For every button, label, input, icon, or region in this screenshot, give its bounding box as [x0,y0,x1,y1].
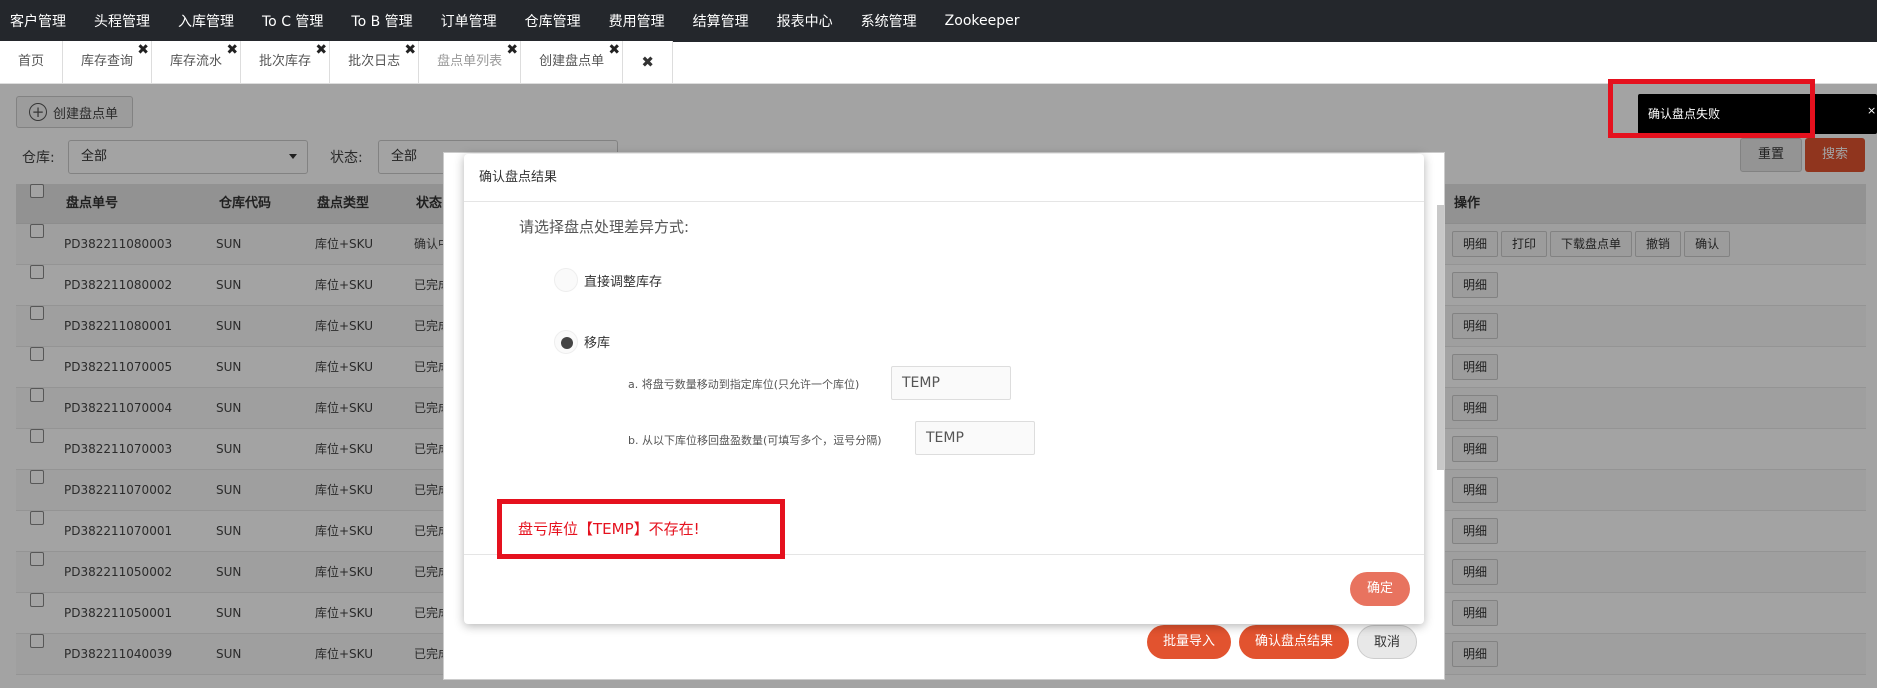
tab-label: 创建盘点单 [539,54,605,69]
top-navigation: 客户管理 头程管理 入库管理 To C 管理 To B 管理 订单管理 仓库管理… [0,0,1877,42]
nav-inbound[interactable]: 入库管理 [178,11,234,31]
outer-dialog-footer: 批量导入 确认盘点结果 取消 [1147,625,1425,659]
sub-option-b-label: b. 从以下库位移回盘盈数量(可填写多个，逗号分隔) [628,434,882,447]
tab-batch-log[interactable]: 批次日志 ✖ [330,41,420,83]
nav-orders[interactable]: 订单管理 [441,11,497,31]
shortage-location-input[interactable]: TEMP [891,366,1011,400]
confirm-stocktake-result-button[interactable]: 确认盘点结果 [1239,625,1350,659]
nav-warehouse[interactable]: 仓库管理 [525,11,581,31]
tab-label: 库存流水 [170,54,223,69]
dialog-title: 确认盘点结果 [464,154,1424,202]
close-icon[interactable]: ✖ [506,29,518,71]
tab-label: 首页 [18,54,45,69]
nav-fees[interactable]: 费用管理 [609,11,665,31]
tab-label: 批次库存 [259,54,312,69]
close-icon[interactable]: ✖ [226,29,238,71]
tab-strip: 首页 库存查询 ✖ 库存流水 ✖ 批次库存 ✖ 批次日志 ✖ 盘点单列表 ✖ 创建盘点单 ✖… [0,41,1877,84]
surplus-location-input[interactable]: TEMP [915,421,1035,455]
radio-move-location-label: 移库 [584,336,611,351]
nav-settlement[interactable]: 结算管理 [693,11,749,31]
radio-adjust-inventory[interactable] [554,268,578,292]
close-all-tabs-button[interactable]: ✖ [623,41,674,83]
nav-first-leg[interactable]: 头程管理 [94,11,150,31]
radio-adjust-inventory-label: 直接调整库存 [584,275,663,290]
batch-import-button[interactable]: 批量导入 [1147,625,1232,659]
tab-create-stocktake[interactable]: 创建盘点单 ✖ [521,41,624,83]
nav-system[interactable]: 系统管理 [861,11,917,31]
toast-highlight-box [1608,79,1815,138]
error-message: 盘亏库位【TEMP】不存在! [518,520,700,538]
tab-stocktake-list[interactable]: 盘点单列表 ✖ [419,41,522,83]
sub-option-a-label: a. 将盘亏数量移动到指定库位(只允许一个库位) [628,378,860,391]
tab-label: 盘点单列表 [437,54,503,69]
tab-label: 库存查询 [81,54,134,69]
tab-home[interactable]: 首页 [0,41,64,83]
toast-close-icon[interactable]: × [1867,104,1876,117]
nav-tob[interactable]: To B 管理 [351,11,412,31]
dialog-prompt: 请选择盘点处理差异方式: [519,218,690,236]
cancel-button[interactable]: 取消 [1357,625,1418,659]
tab-label: 批次日志 [348,54,401,69]
tab-inventory-query[interactable]: 库存查询 ✖ [63,41,153,83]
close-icon[interactable]: ✖ [608,29,620,71]
ok-button[interactable]: 确定 [1350,572,1410,606]
nav-customer[interactable]: 客户管理 [10,11,66,31]
radio-move-location[interactable] [554,330,578,354]
close-icon[interactable]: ✖ [315,29,327,71]
tab-batch-inventory[interactable]: 批次库存 ✖ [241,41,331,83]
close-icon[interactable]: ✖ [404,29,416,71]
close-icon[interactable]: ✖ [137,29,149,71]
tab-inventory-flow[interactable]: 库存流水 ✖ [152,41,242,83]
scrollbar[interactable] [1437,205,1444,470]
nav-toc[interactable]: To C 管理 [262,11,323,31]
nav-reports[interactable]: 报表中心 [777,11,833,31]
nav-zookeeper[interactable]: Zookeeper [945,13,1020,29]
